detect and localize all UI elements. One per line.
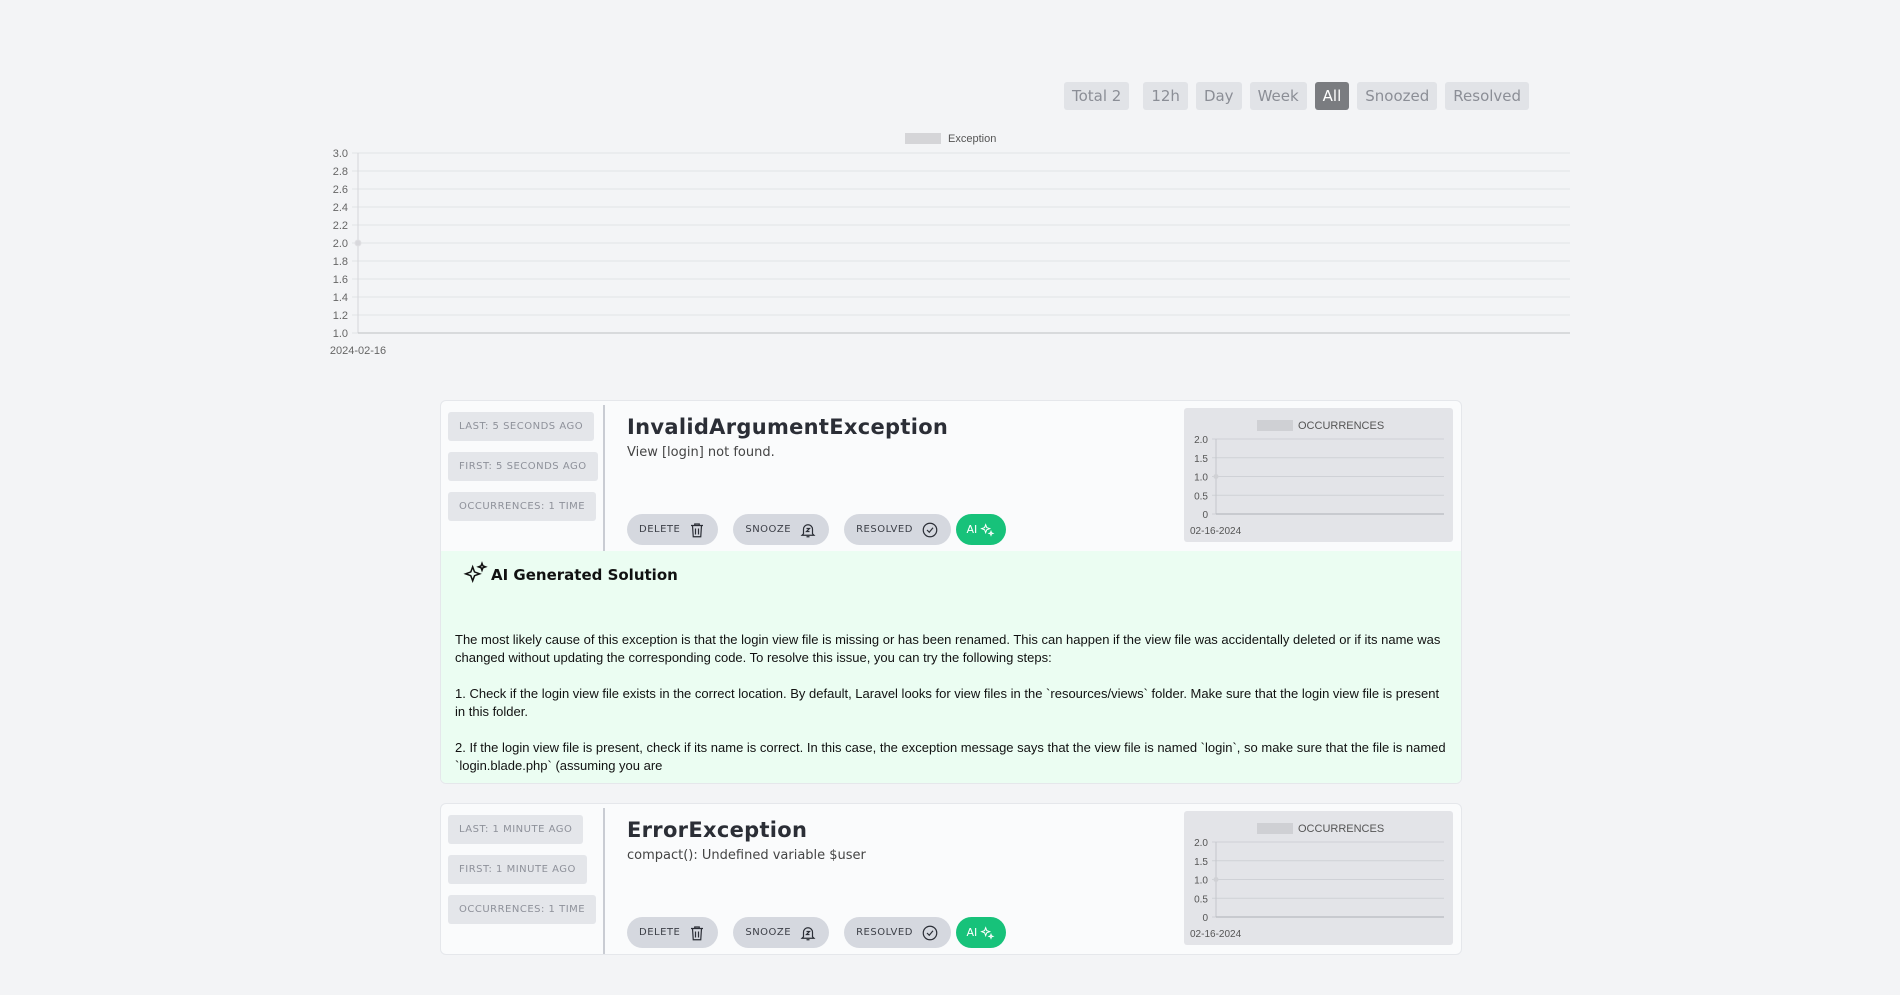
ai-solution-button[interactable]: AI	[955, 917, 1006, 948]
total-count-badge: Total 2	[1064, 82, 1130, 110]
y-tick-label: 2.0	[1194, 838, 1208, 849]
snooze-label: SNOOZE	[745, 927, 792, 938]
legend-label: OCCURRENCES	[1298, 823, 1384, 835]
sparkles-icon	[463, 561, 488, 584]
filter-snoozed[interactable]: Snoozed	[1357, 82, 1438, 110]
ai-solution-paragraph: 2. If the login view file is present, ch…	[455, 740, 1446, 773]
ai-solution-button[interactable]: AI	[955, 514, 1006, 545]
check-circle-icon	[922, 925, 938, 940]
x-tick-label: 2024-02-16	[330, 345, 386, 357]
y-tick-label: 3.0	[333, 148, 348, 160]
exception-title[interactable]: InvalidArgumentException	[627, 415, 948, 439]
divider	[603, 808, 605, 954]
y-tick-label: 1.2	[333, 310, 348, 322]
snooze-button[interactable]: SNOOZE	[733, 917, 830, 948]
exception-chart-svg: Exception 3.0 2.8 2.6 2.4 2.2 2.0 1.8 1.6 1.4 1.2 1…	[330, 133, 1570, 357]
exception-meta: LAST: 5 SECONDS AGO FIRST: 5 SECONDS AGO…	[448, 412, 598, 532]
first-seen-badge: FIRST: 1 MINUTE AGO	[448, 855, 587, 884]
delete-button[interactable]: DELETE	[627, 917, 719, 948]
last-seen-badge: LAST: 5 SECONDS AGO	[448, 412, 595, 441]
filter-day[interactable]: Day	[1195, 82, 1242, 110]
data-point	[1213, 877, 1219, 882]
y-tick-label: 1.0	[1194, 876, 1208, 887]
delete-label: DELETE	[639, 927, 681, 938]
bell-snooze-icon	[800, 926, 816, 940]
last-seen-badge: LAST: 1 MINUTE AGO	[448, 815, 584, 844]
y-tick-label: 0	[1202, 510, 1208, 521]
resolved-button[interactable]: RESOLVED	[844, 514, 951, 545]
y-tick-label: 1.5	[1194, 857, 1208, 868]
exception-card: LAST: 1 MINUTE AGO FIRST: 1 MINUTE AGO O…	[440, 803, 1462, 955]
ai-solution-paragraph: The most likely cause of this exception …	[455, 632, 1441, 665]
legend-label: OCCURRENCES	[1298, 420, 1384, 432]
y-tick-label: 2.4	[333, 202, 348, 214]
ai-solution-paragraph: 1. Check if the login view file exists i…	[455, 686, 1440, 719]
bell-snooze-icon	[800, 523, 816, 537]
x-tick-label: 02-16-2024	[1190, 526, 1242, 537]
filter-week[interactable]: Week	[1249, 82, 1307, 110]
y-tick-label: 1.0	[1194, 473, 1208, 484]
legend-swatch	[1257, 420, 1293, 431]
x-tick-label: 02-16-2024	[1190, 929, 1242, 940]
data-point	[354, 239, 362, 247]
ai-solution-panel: AI Generated Solution The most likely ca…	[441, 551, 1461, 783]
trash-icon	[691, 925, 704, 940]
trash-icon	[691, 522, 704, 537]
delete-label: DELETE	[639, 524, 681, 535]
y-tick-label: 2.6	[333, 184, 348, 196]
exception-message: View [login] not found.	[627, 445, 775, 460]
y-tick-label: 2.0	[1194, 435, 1208, 446]
exception-actions: DELETE SNOOZE RESOLVED AI	[627, 917, 1006, 948]
filter-all[interactable]: All	[1314, 82, 1350, 110]
resolved-label: RESOLVED	[856, 927, 913, 938]
sparkles-icon	[980, 925, 995, 940]
y-tick-label: 0.5	[1194, 894, 1208, 905]
y-tick-label: 0	[1202, 913, 1208, 924]
snooze-label: SNOOZE	[745, 524, 792, 535]
y-tick-label: 2.2	[333, 220, 348, 232]
filter-12h[interactable]: 12h	[1143, 82, 1188, 110]
sparkles-icon	[980, 522, 995, 537]
occurrences-chart-svg: OCCURRENCES 2.0 1.5 1.0 0.5 0 02-16-2024	[1190, 823, 1444, 940]
y-tick-label: 1.6	[333, 274, 348, 286]
ai-solution-heading: AI Generated Solution	[491, 566, 678, 584]
occurrences-chart: OCCURRENCES 2.0 1.5 1.0 0.5 0 02-16-2024	[1184, 408, 1453, 542]
legend-swatch	[1257, 823, 1293, 834]
y-tick-label: 1.4	[333, 292, 348, 304]
resolved-button[interactable]: RESOLVED	[844, 917, 951, 948]
y-tick-label: 2.0	[333, 238, 348, 250]
exception-actions: DELETE SNOOZE RESOLVED AI	[627, 514, 1006, 545]
data-point	[1213, 474, 1219, 479]
exception-card: LAST: 5 SECONDS AGO FIRST: 5 SECONDS AGO…	[440, 400, 1462, 784]
y-tick-label: 2.8	[333, 166, 348, 178]
ai-solution-header: AI Generated Solution	[461, 561, 1449, 589]
y-tick-label: 1.5	[1194, 454, 1208, 465]
y-tick-label: 1.0	[333, 328, 348, 340]
exception-message: compact(): Undefined variable $user	[627, 848, 866, 863]
occurrences-chart-svg: OCCURRENCES 2.0 1.5 1.0 0.5 0 02-16-2024	[1190, 420, 1444, 537]
filter-resolved[interactable]: Resolved	[1445, 82, 1530, 110]
occurrences-badge: OCCURRENCES: 1 TIME	[448, 492, 597, 521]
delete-button[interactable]: DELETE	[627, 514, 719, 545]
legend-label: Exception	[948, 133, 996, 145]
y-tick-label: 0.5	[1194, 491, 1208, 502]
ai-label: AI	[966, 523, 978, 536]
occurrences-badge: OCCURRENCES: 1 TIME	[448, 895, 597, 924]
legend-swatch	[905, 133, 941, 144]
divider	[603, 405, 605, 551]
occurrences-chart: OCCURRENCES 2.0 1.5 1.0 0.5 0 02-16-2024	[1184, 811, 1453, 945]
check-circle-icon	[922, 522, 938, 537]
exception-chart: Exception 3.0 2.8 2.6 2.4 2.2 2.0 1.8 1.6 1.4 1.2 1…	[320, 128, 1580, 360]
exception-title[interactable]: ErrorException	[627, 818, 807, 842]
first-seen-badge: FIRST: 5 SECONDS AGO	[448, 452, 598, 481]
filter-bar: Total 2 12h Day Week All Snoozed Resolve…	[1064, 82, 1530, 110]
exception-meta: LAST: 1 MINUTE AGO FIRST: 1 MINUTE AGO O…	[448, 815, 597, 935]
y-tick-label: 1.8	[333, 256, 348, 268]
ai-solution-text: The most likely cause of this exception …	[455, 631, 1449, 775]
snooze-button[interactable]: SNOOZE	[733, 514, 830, 545]
ai-label: AI	[966, 926, 978, 939]
resolved-label: RESOLVED	[856, 524, 913, 535]
